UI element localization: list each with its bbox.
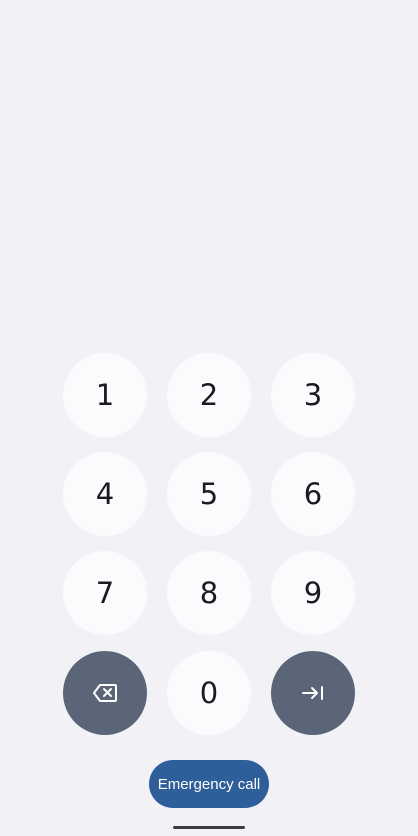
emergency-call-label: Emergency call bbox=[157, 775, 261, 793]
key-3-label: 3 bbox=[303, 378, 323, 412]
key-6-label: 6 bbox=[303, 477, 323, 511]
lock-screen: 1 2 3 4 5 6 7 8 9 0 Emergency call bbox=[0, 0, 418, 836]
key-8-label: 8 bbox=[199, 576, 219, 610]
key-4-label: 4 bbox=[95, 477, 115, 511]
key-2[interactable]: 2 bbox=[167, 353, 251, 437]
key-3[interactable]: 3 bbox=[271, 353, 355, 437]
key-5[interactable]: 5 bbox=[167, 452, 251, 536]
home-indicator[interactable] bbox=[173, 826, 245, 829]
key-4[interactable]: 4 bbox=[63, 452, 147, 536]
key-8[interactable]: 8 bbox=[167, 551, 251, 635]
key-7-label: 7 bbox=[95, 576, 115, 610]
backspace-icon bbox=[93, 684, 117, 702]
key-6[interactable]: 6 bbox=[271, 452, 355, 536]
pin-keypad: 1 2 3 4 5 6 7 8 9 0 bbox=[63, 353, 355, 735]
emergency-call-button[interactable]: Emergency call bbox=[149, 760, 269, 808]
key-1[interactable]: 1 bbox=[63, 353, 147, 437]
enter-button[interactable] bbox=[271, 651, 355, 735]
key-9[interactable]: 9 bbox=[271, 551, 355, 635]
key-1-label: 1 bbox=[95, 378, 115, 412]
enter-arrow-icon bbox=[302, 686, 324, 700]
key-0[interactable]: 0 bbox=[167, 651, 251, 735]
backspace-button[interactable] bbox=[63, 651, 147, 735]
key-2-label: 2 bbox=[199, 378, 219, 412]
key-7[interactable]: 7 bbox=[63, 551, 147, 635]
key-9-label: 9 bbox=[303, 576, 323, 610]
key-0-label: 0 bbox=[199, 676, 219, 710]
key-5-label: 5 bbox=[199, 477, 219, 511]
